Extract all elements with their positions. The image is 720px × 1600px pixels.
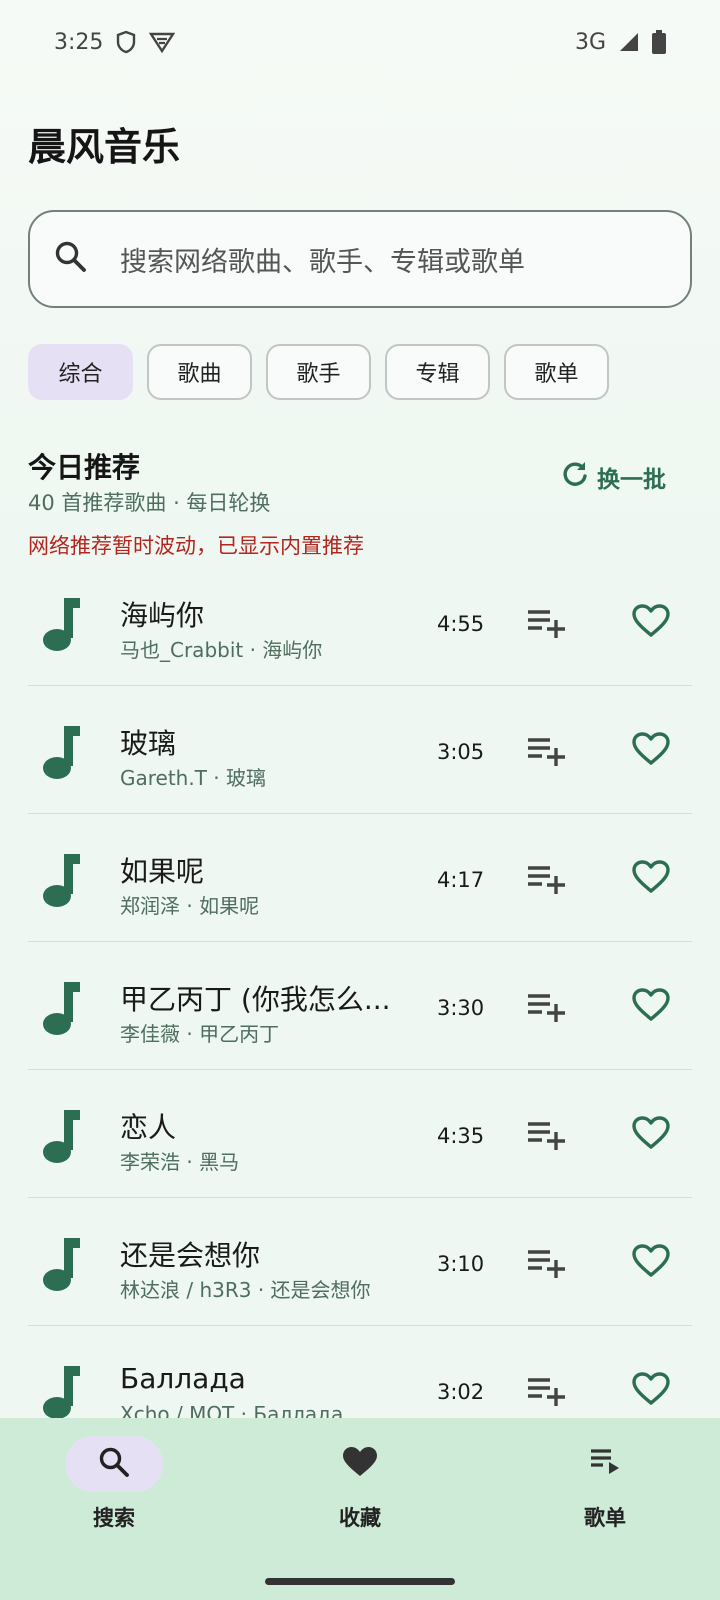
section-subtitle: 40 首推荐歌曲 · 每日轮换 xyxy=(28,491,271,515)
status-bar: 3:25 3G xyxy=(0,0,720,84)
song-duration: 4:35 xyxy=(437,1124,485,1148)
song-title: 玻璃 xyxy=(120,727,177,760)
add-to-queue-icon[interactable] xyxy=(526,1376,566,1410)
status-right: 3G xyxy=(575,30,666,55)
song-title: 恋人 xyxy=(120,1111,177,1144)
song-duration: 3:30 xyxy=(437,996,485,1020)
add-to-queue-icon[interactable] xyxy=(526,992,566,1026)
refresh-button[interactable]: 换一批 xyxy=(561,460,666,494)
heart-icon xyxy=(342,1446,378,1482)
favorite-icon[interactable] xyxy=(632,860,670,898)
song-subtitle: 马也_Crabbit · 海屿你 xyxy=(120,638,323,662)
nav-playlists-label: 歌单 xyxy=(584,1506,626,1530)
nav-search[interactable]: 搜索 xyxy=(24,1436,204,1546)
nav-playlists[interactable]: 歌单 xyxy=(515,1436,695,1546)
music-note-icon xyxy=(42,726,82,784)
chip-albums[interactable]: 专辑 xyxy=(385,344,490,400)
add-to-queue-icon[interactable] xyxy=(526,736,566,770)
chip-artists[interactable]: 歌手 xyxy=(266,344,371,400)
add-to-queue-icon[interactable] xyxy=(526,864,566,898)
chip-playlists[interactable]: 歌单 xyxy=(504,344,609,400)
nav-favorites-pill xyxy=(311,1436,409,1492)
song-row[interactable]: 玻璃 Gareth.T · 玻璃 3:05 xyxy=(28,686,692,814)
song-title: 海屿你 xyxy=(120,599,205,632)
chip-songs[interactable]: 歌曲 xyxy=(147,344,252,400)
nav-favorites[interactable]: 收藏 xyxy=(270,1436,450,1546)
refresh-label: 换一批 xyxy=(597,467,666,493)
song-row[interactable]: 还是会想你 林达浪 / h3R3 · 还是会想你 3:10 xyxy=(28,1198,692,1326)
signal-icon xyxy=(618,31,640,53)
favorite-icon[interactable] xyxy=(632,1116,670,1154)
song-title: 如果呢 xyxy=(120,855,205,888)
nav-search-pill xyxy=(65,1436,163,1492)
song-title: Баллада xyxy=(120,1362,246,1395)
song-title: 还是会想你 xyxy=(120,1239,261,1272)
song-title: 甲乙丙丁 (你我怎么... xyxy=(120,983,391,1016)
section-title: 今日推荐 xyxy=(28,451,141,484)
favorite-icon[interactable] xyxy=(632,1244,670,1282)
favorite-icon[interactable] xyxy=(632,988,670,1026)
song-duration: 4:55 xyxy=(437,612,485,636)
app-title: 晨风音乐 xyxy=(28,125,181,169)
song-row[interactable]: 甲乙丙丁 (你我怎么... 李佳薇 · 甲乙丙丁 3:30 xyxy=(28,942,692,1070)
search-placeholder: 搜索网络歌曲、歌手、专辑或歌单 xyxy=(120,246,525,278)
search-icon xyxy=(98,1446,130,1482)
song-row[interactable]: 恋人 李荣浩 · 黑马 4:35 xyxy=(28,1070,692,1198)
song-duration: 3:05 xyxy=(437,740,485,764)
add-to-queue-icon[interactable] xyxy=(526,608,566,642)
chip-all[interactable]: 综合 xyxy=(28,344,133,400)
music-note-icon xyxy=(42,1366,82,1424)
favorite-icon[interactable] xyxy=(632,604,670,642)
song-duration: 3:10 xyxy=(437,1252,485,1276)
music-note-icon xyxy=(42,1110,82,1168)
song-subtitle: 李佳薇 · 甲乙丙丁 xyxy=(120,1022,280,1046)
nav-playlists-pill xyxy=(556,1436,654,1492)
nav-favorites-label: 收藏 xyxy=(339,1506,381,1530)
status-left: 3:25 xyxy=(54,29,176,55)
song-row[interactable]: 如果呢 郑润泽 · 如果呢 4:17 xyxy=(28,814,692,942)
song-subtitle: 李荣浩 · 黑马 xyxy=(120,1150,240,1174)
song-duration: 3:02 xyxy=(437,1380,485,1404)
music-note-icon xyxy=(42,598,82,656)
home-indicator[interactable] xyxy=(265,1578,455,1585)
song-duration: 4:17 xyxy=(437,868,485,892)
favorite-icon[interactable] xyxy=(632,1372,670,1410)
search-icon xyxy=(54,240,88,278)
refresh-icon xyxy=(561,460,589,494)
add-to-queue-icon[interactable] xyxy=(526,1120,566,1154)
song-list: 海屿你 马也_Crabbit · 海屿你 4:55 玻璃 Gareth.T · … xyxy=(28,558,692,1454)
song-row[interactable]: 海屿你 马也_Crabbit · 海屿你 4:55 xyxy=(28,558,692,686)
search-input[interactable]: 搜索网络歌曲、歌手、专辑或歌单 xyxy=(28,210,692,308)
shield-icon xyxy=(115,30,137,54)
vpn-icon xyxy=(149,31,176,53)
playlist-icon xyxy=(589,1448,621,1480)
filter-chips: 综合 歌曲 歌手 专辑 歌单 xyxy=(28,344,609,400)
bottom-nav: 搜索 收藏 歌单 xyxy=(0,1418,720,1600)
music-note-icon xyxy=(42,1238,82,1296)
music-note-icon xyxy=(42,854,82,912)
warning-text: 网络推荐暂时波动，已显示内置推荐 xyxy=(28,534,364,558)
favorite-icon[interactable] xyxy=(632,732,670,770)
song-subtitle: Gareth.T · 玻璃 xyxy=(120,766,267,790)
status-time: 3:25 xyxy=(54,29,104,55)
song-subtitle: 郑润泽 · 如果呢 xyxy=(120,894,260,918)
battery-icon xyxy=(652,30,666,54)
song-subtitle: 林达浪 / h3R3 · 还是会想你 xyxy=(120,1278,371,1302)
nav-search-label: 搜索 xyxy=(93,1506,135,1530)
network-label: 3G xyxy=(574,29,606,55)
music-note-icon xyxy=(42,982,82,1040)
add-to-queue-icon[interactable] xyxy=(526,1248,566,1282)
